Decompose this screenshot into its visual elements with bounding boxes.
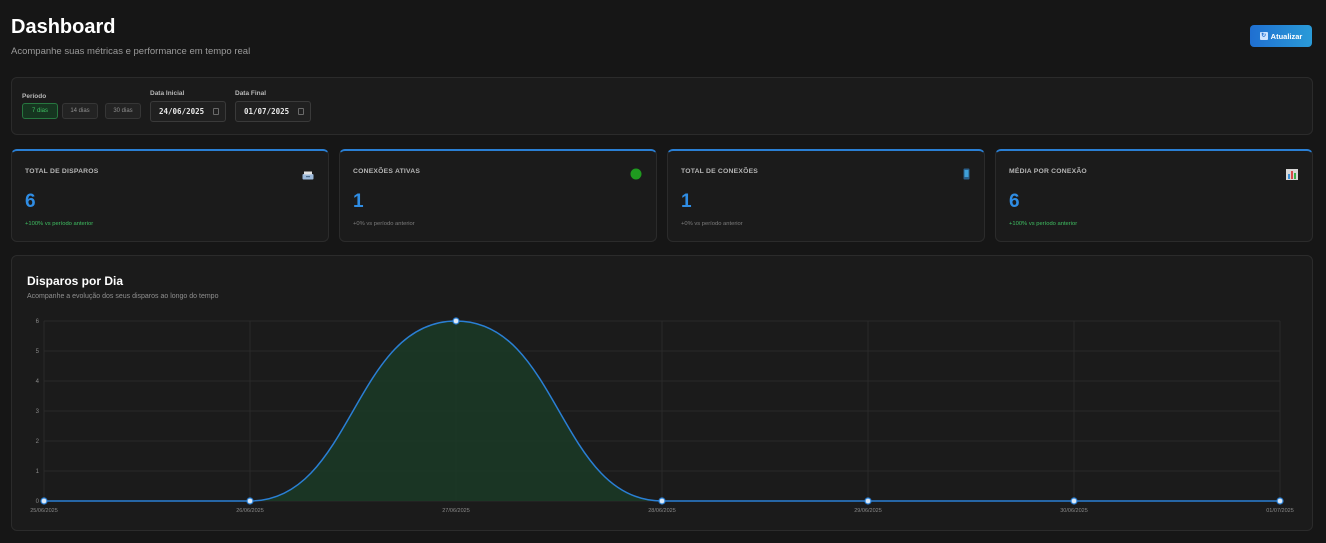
stat-value: 1 (353, 191, 364, 212)
stat-title: MÉDIA POR CONEXÃO (1009, 168, 1087, 175)
start-date-input[interactable]: 24/06/2025 (150, 101, 226, 122)
end-date-input[interactable]: 01/07/2025 (235, 101, 311, 122)
calendar-icon[interactable] (213, 108, 219, 115)
refresh-button[interactable]: ↻ Atualizar (1250, 25, 1312, 47)
stat-title: TOTAL DE DISPAROS (25, 168, 99, 175)
page-subtitle: Acompanhe suas métricas e performance em… (11, 46, 251, 57)
y-tick-label: 2 (36, 439, 40, 445)
data-point (40, 497, 48, 505)
data-point (452, 317, 460, 325)
period-label: Período (22, 93, 47, 100)
x-tick-label: 25/06/2025 (30, 508, 58, 514)
stat-title: CONEXÕES ATIVAS (353, 168, 421, 175)
y-tick-label: 4 (36, 379, 40, 385)
data-point (864, 497, 872, 505)
data-point (1276, 497, 1284, 505)
refresh-button-label: Atualizar (1270, 31, 1303, 41)
period-7-days-button[interactable]: 7 dias (22, 103, 58, 119)
filters-panel: Período 7 dias 14 dias 30 dias Data Inic… (11, 77, 1313, 135)
stat-title: TOTAL DE CONEXÕES (681, 168, 759, 175)
stat-change: +0% vs período anterior (681, 221, 743, 227)
inbox-icon (302, 167, 314, 185)
period-14-days-button[interactable]: 14 dias (62, 103, 98, 119)
x-tick-label: 28/06/2025 (648, 508, 676, 514)
calendar-icon[interactable] (298, 108, 304, 115)
bar-chart-icon (1286, 167, 1298, 185)
stat-change: +100% vs período anterior (25, 221, 94, 227)
stat-value: 1 (681, 191, 692, 212)
y-tick-label: 3 (36, 409, 40, 415)
y-tick-label: 5 (36, 349, 40, 355)
end-date-label: Data Final (235, 90, 267, 97)
stat-card-media-conexao: MÉDIA POR CONEXÃO 6 +100% vs período ant… (995, 149, 1313, 242)
y-tick-label: 1 (36, 469, 40, 475)
stat-value: 6 (25, 191, 36, 212)
data-point (658, 497, 666, 505)
stat-card-total-disparos: TOTAL DE DISPAROS 6 +100% vs período ant… (11, 149, 329, 242)
x-tick-label: 27/06/2025 (442, 508, 470, 514)
start-date-label: Data Inicial (150, 90, 185, 97)
stat-value: 6 (1009, 191, 1020, 212)
end-date-value: 01/07/2025 (244, 107, 290, 116)
period-30-days-button[interactable]: 30 dias (105, 103, 141, 119)
refresh-icon: ↻ (1259, 32, 1268, 40)
x-tick-label: 29/06/2025 (854, 508, 882, 514)
disparos-chart: 0 1 2 3 4 5 6 25/06/2025 26/06/2025 27/06/2025 28/… (30, 317, 1294, 514)
stat-change: +100% vs período anterior (1009, 221, 1078, 227)
page-title: Dashboard (11, 16, 116, 38)
y-tick-label: 6 (36, 319, 40, 325)
stat-change: +0% vs período anterior (353, 221, 415, 227)
x-tick-label: 01/07/2025 (1266, 508, 1294, 514)
chart-panel: Disparos por Dia Acompanhe a evolução do… (11, 255, 1313, 531)
phone-icon (963, 167, 970, 185)
stat-card-conexoes-ativas: CONEXÕES ATIVAS 1 +0% vs período anterio… (339, 149, 657, 242)
green-circle-icon (630, 167, 642, 185)
data-point (246, 497, 254, 505)
y-tick-label: 0 (36, 499, 40, 505)
start-date-value: 24/06/2025 (159, 107, 205, 116)
x-tick-label: 26/06/2025 (236, 508, 264, 514)
data-point (1070, 497, 1078, 505)
x-tick-label: 30/06/2025 (1060, 508, 1088, 514)
stat-card-total-conexoes: TOTAL DE CONEXÕES 1 +0% vs período anter… (667, 149, 985, 242)
